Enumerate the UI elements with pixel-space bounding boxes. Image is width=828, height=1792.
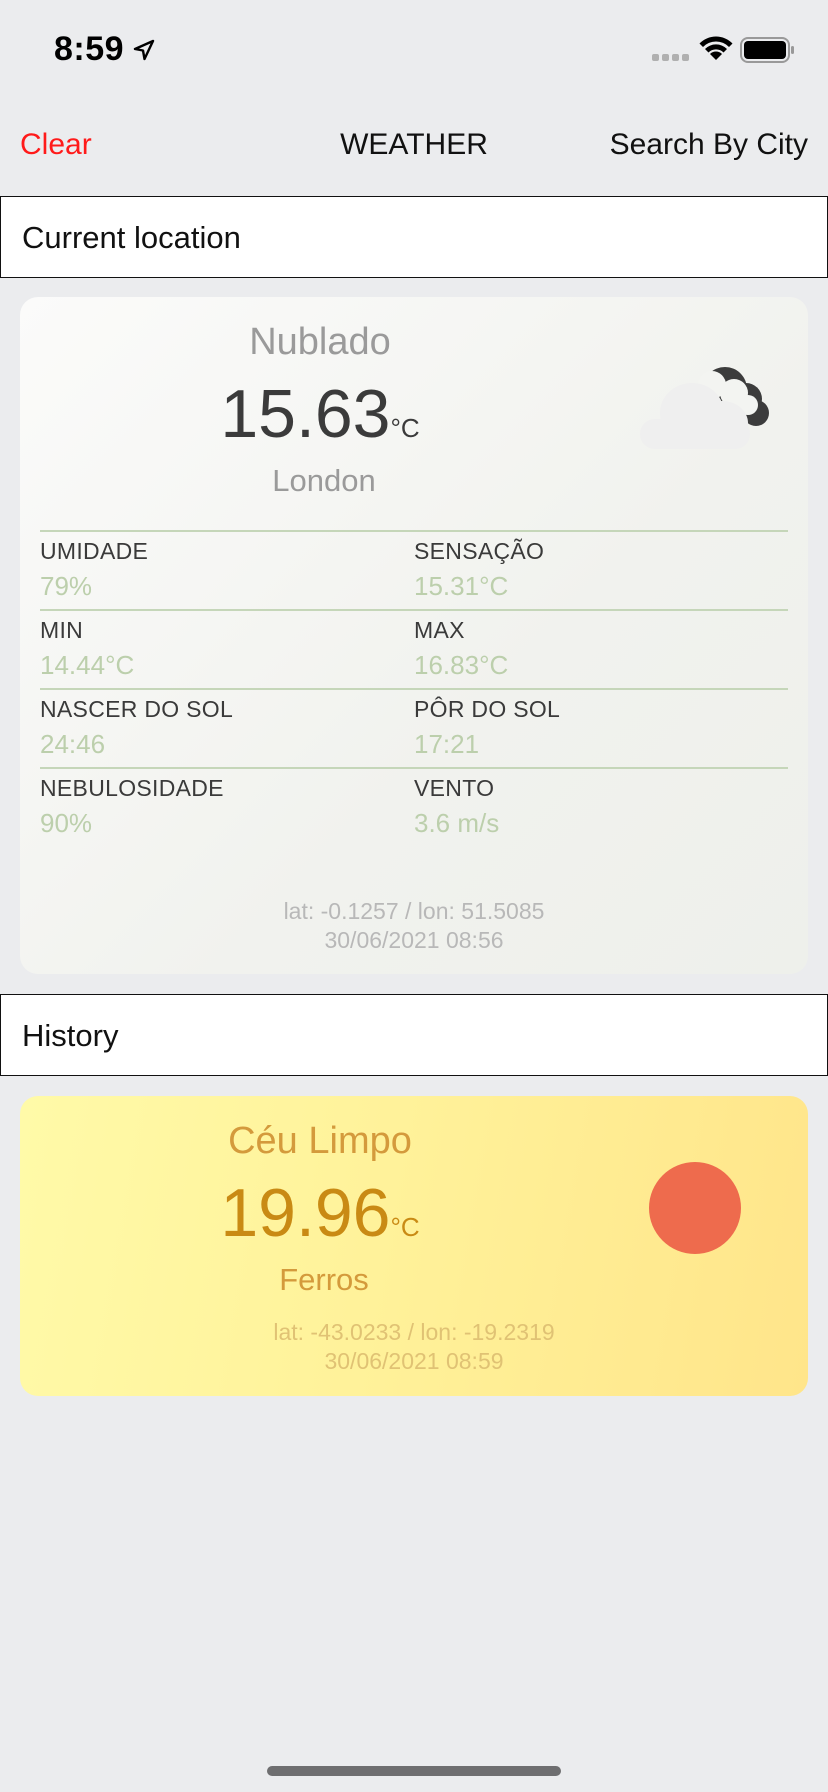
detail-label: NASCER DO SOL (40, 696, 234, 722)
detail-humidity: UMIDADE 79% (40, 538, 400, 602)
detail-label: VENTO (414, 775, 495, 801)
temperature-unit: °C (390, 413, 420, 443)
detail-label: MAX (414, 617, 465, 643)
detail-value: 79% (40, 571, 93, 601)
battery-icon (740, 37, 794, 63)
home-indicator[interactable] (267, 1766, 561, 1776)
detail-value: 90% (40, 808, 93, 838)
current-location-header: Current location (0, 196, 828, 278)
detail-label: SENSAÇÃO (414, 538, 545, 564)
section-title: History (22, 1018, 119, 1053)
details-row: NEBULOSIDADE 90% VENTO 3.6 m/s (40, 767, 788, 846)
sun-icon (649, 1162, 741, 1254)
current-weather-card[interactable]: Nublado 15.63°C London UMIDADE 79% SENSA… (20, 297, 808, 974)
detail-value: 17:21 (414, 729, 480, 759)
timestamp: 30/06/2021 08:56 (324, 927, 504, 953)
detail-cloudiness: NEBULOSIDADE 90% (40, 775, 400, 839)
city-name: London (272, 463, 376, 498)
detail-value: 24:46 (40, 729, 106, 759)
details-row: UMIDADE 79% SENSAÇÃO 15.31°C (40, 530, 788, 609)
detail-label: MIN (40, 617, 84, 643)
detail-sunset: PÔR DO SOL 17:21 (414, 696, 774, 760)
location-arrow-icon (133, 39, 155, 61)
detail-value: 15.31°C (414, 571, 509, 601)
temperature-unit: °C (390, 1212, 420, 1242)
weather-condition: Céu Limpo (228, 1120, 412, 1162)
details-row: MIN 14.44°C MAX 16.83°C (40, 609, 788, 688)
detail-value: 16.83°C (414, 650, 509, 680)
temperature-row: 19.96°C (20, 1174, 620, 1252)
weather-condition: Nublado (249, 321, 391, 363)
detail-feels-like: SENSAÇÃO 15.31°C (414, 538, 774, 602)
detail-max: MAX 16.83°C (414, 617, 774, 681)
temperature-value: 19.96 (220, 1175, 391, 1251)
wifi-icon (699, 36, 733, 60)
search-by-city-button[interactable]: Search By City (610, 128, 808, 162)
navigation-bar: WEATHER Clear Search By City (0, 110, 828, 180)
status-bar: 8:59 (0, 0, 828, 100)
weather-details-grid: UMIDADE 79% SENSAÇÃO 15.31°C MIN 14.44°C… (40, 530, 788, 846)
detail-min: MIN 14.44°C (40, 617, 400, 681)
detail-sunrise: NASCER DO SOL 24:46 (40, 696, 400, 760)
detail-value: 14.44°C (40, 650, 135, 680)
coordinates: lat: -43.0233 / lon: -19.2319 (273, 1319, 555, 1345)
cellular-signal-icon (652, 54, 689, 61)
city-name: Ferros (279, 1262, 369, 1297)
section-title: Current location (22, 220, 241, 255)
clear-button[interactable]: Clear (20, 128, 92, 162)
history-header: History (0, 994, 828, 1076)
coordinates-block: lat: -43.0233 / lon: -19.2319 30/06/2021… (20, 1318, 808, 1376)
temperature-value: 15.63 (220, 376, 391, 452)
detail-label: PÔR DO SOL (414, 696, 561, 722)
temperature-row: 15.63°C (20, 375, 620, 453)
timestamp: 30/06/2021 08:59 (324, 1348, 504, 1374)
detail-value: 3.6 m/s (414, 808, 500, 838)
detail-wind: VENTO 3.6 m/s (414, 775, 774, 839)
status-time: 8:59 (54, 30, 125, 68)
cloud-moon-icon (640, 367, 769, 449)
detail-label: UMIDADE (40, 538, 149, 564)
history-weather-card[interactable]: Céu Limpo 19.96°C Ferros lat: -43.0233 /… (20, 1096, 808, 1396)
coordinates-block: lat: -0.1257 / lon: 51.5085 30/06/2021 0… (20, 897, 808, 955)
details-row: NASCER DO SOL 24:46 PÔR DO SOL 17:21 (40, 688, 788, 767)
coordinates: lat: -0.1257 / lon: 51.5085 (283, 898, 545, 924)
detail-label: NEBULOSIDADE (40, 775, 224, 801)
